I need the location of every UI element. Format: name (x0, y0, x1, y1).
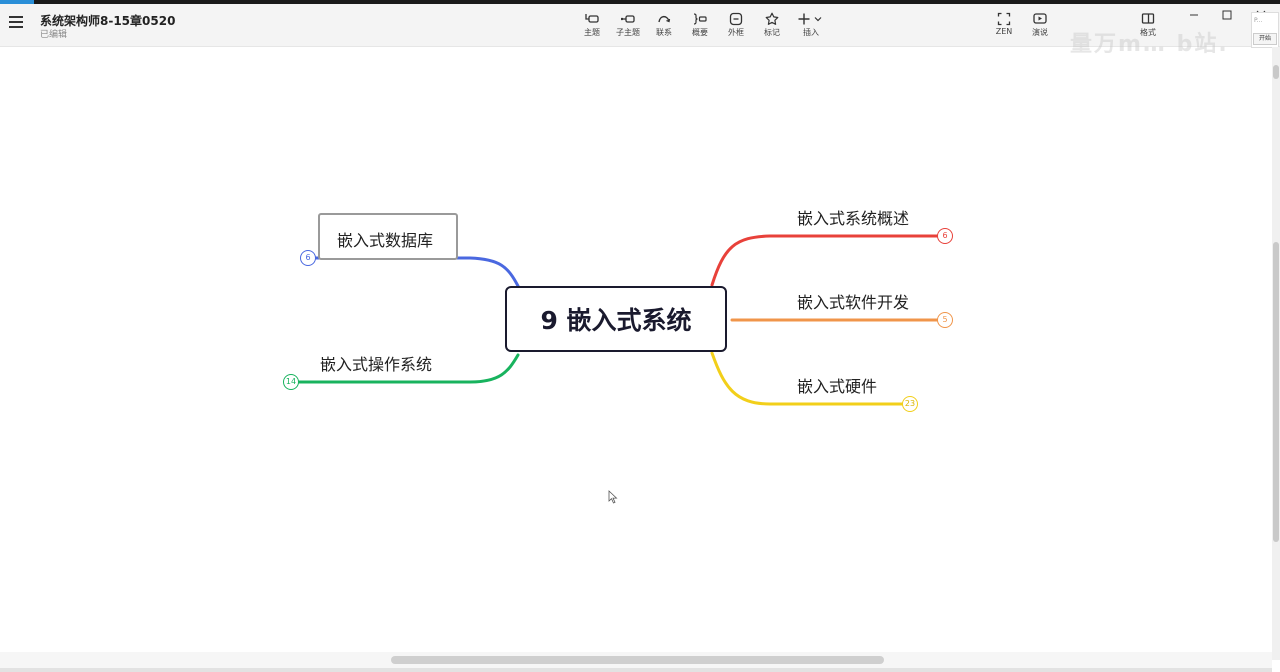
collapse-badge-hardware[interactable]: 23 (902, 396, 918, 412)
topic-label: 主题 (584, 28, 600, 37)
summary-icon (693, 13, 707, 25)
topic-embedded-os[interactable]: 嵌入式操作系统 (320, 351, 432, 375)
branch-line-database (312, 256, 520, 288)
topic-button[interactable]: 主题 (572, 10, 612, 42)
vertical-scroll-thumb[interactable] (1273, 242, 1279, 542)
side-panel-thumbnail[interactable]: P... 开始 (1251, 12, 1279, 48)
horizontal-scrollbar[interactable] (0, 652, 1272, 672)
zen-label: ZEN (995, 27, 1013, 36)
collapse-badge-database[interactable]: 6 (300, 250, 316, 266)
relationship-label: 联系 (656, 28, 672, 37)
fullscreen-icon (997, 12, 1011, 26)
subtopic-label: 子主题 (616, 28, 640, 37)
open-button[interactable]: 开始 (1253, 33, 1277, 45)
connector-layer (296, 234, 947, 406)
document-status: 已编辑 (40, 30, 68, 40)
maximize-icon[interactable] (1218, 8, 1236, 22)
side-panel-text: P... (1254, 17, 1263, 24)
insert-button[interactable]: 插入 (791, 10, 831, 42)
boundary-icon (729, 12, 743, 26)
branch-line-overview (710, 234, 947, 287)
panel-icon (1141, 13, 1155, 24)
marker-label: 标记 (764, 28, 780, 37)
central-topic[interactable]: 9 嵌入式系统 (505, 286, 727, 352)
plus-icon (798, 13, 822, 25)
relationship-button[interactable]: 联系 (644, 10, 684, 42)
subtopic-button[interactable]: 子主题 (608, 10, 648, 42)
mindmap-canvas[interactable] (0, 47, 1272, 660)
star-icon (765, 12, 779, 25)
cursor-icon (608, 490, 618, 504)
topic-embedded-database[interactable]: 嵌入式数据库 (337, 227, 433, 251)
topic-embedded-hardware[interactable]: 嵌入式硬件 (797, 373, 877, 397)
horizontal-scroll-thumb[interactable] (391, 656, 884, 664)
marker-button[interactable]: 标记 (752, 10, 792, 42)
play-icon (1033, 13, 1047, 24)
menu-icon[interactable] (9, 16, 23, 30)
minimize-icon[interactable] (1185, 8, 1203, 22)
present-label: 演说 (1032, 28, 1048, 37)
relationship-icon (658, 15, 671, 23)
topic-embedded-software[interactable]: 嵌入式软件开发 (797, 289, 909, 313)
boundary-button[interactable]: 外框 (716, 10, 756, 42)
topic-embedded-overview[interactable]: 嵌入式系统概述 (797, 205, 909, 229)
vertical-scrollbar[interactable] (1272, 47, 1280, 660)
boundary-label: 外框 (728, 28, 744, 37)
insert-label: 插入 (803, 28, 819, 37)
collapse-badge-overview[interactable]: 6 (937, 228, 953, 244)
present-button[interactable]: 演说 (1020, 10, 1060, 42)
collapse-badge-os[interactable]: 14 (283, 374, 299, 390)
summary-label: 概要 (692, 28, 708, 37)
summary-button[interactable]: 概要 (680, 10, 720, 42)
topic-icon (585, 14, 599, 23)
collapse-badge-software[interactable]: 5 (937, 312, 953, 328)
zen-button[interactable]: ZEN (984, 10, 1024, 42)
subtopic-icon (621, 15, 635, 23)
